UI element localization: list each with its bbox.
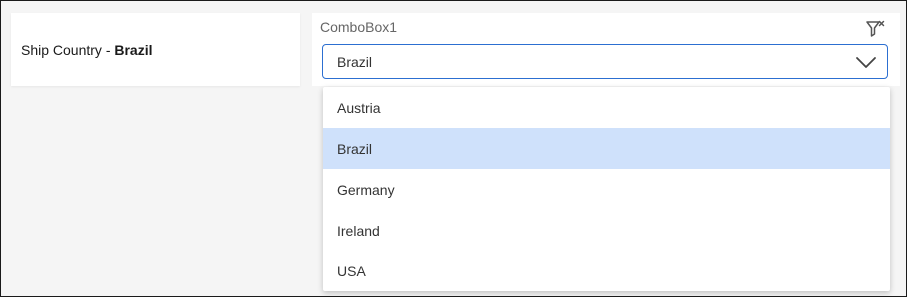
- combobox-title: ComboBox1: [320, 19, 398, 35]
- dropdown-option-ireland[interactable]: Ireland: [323, 210, 890, 251]
- combobox-card: ComboBox1 Brazil: [312, 13, 900, 86]
- dropdown-option-usa[interactable]: USA: [323, 251, 890, 291]
- dropdown-option-germany[interactable]: Germany: [323, 169, 890, 210]
- chevron-down-icon[interactable]: [855, 55, 877, 69]
- ship-country-label: Ship Country - Brazil: [21, 42, 153, 58]
- combobox-selected-value: Brazil: [337, 53, 373, 70]
- ship-country-prefix: Ship Country -: [21, 41, 115, 58]
- combobox-dropdown-list: Austria Brazil Germany Ireland USA: [323, 87, 890, 291]
- combobox-input[interactable]: Brazil: [322, 44, 888, 79]
- ship-country-value: Brazil: [114, 41, 153, 58]
- ship-country-card: Ship Country - Brazil: [11, 13, 300, 86]
- dropdown-option-brazil[interactable]: Brazil: [323, 128, 890, 169]
- page-frame: Ship Country - Brazil ComboBox1 Brazil A…: [0, 0, 907, 297]
- dropdown-option-austria[interactable]: Austria: [323, 87, 890, 128]
- filter-clear-icon[interactable]: [864, 18, 886, 40]
